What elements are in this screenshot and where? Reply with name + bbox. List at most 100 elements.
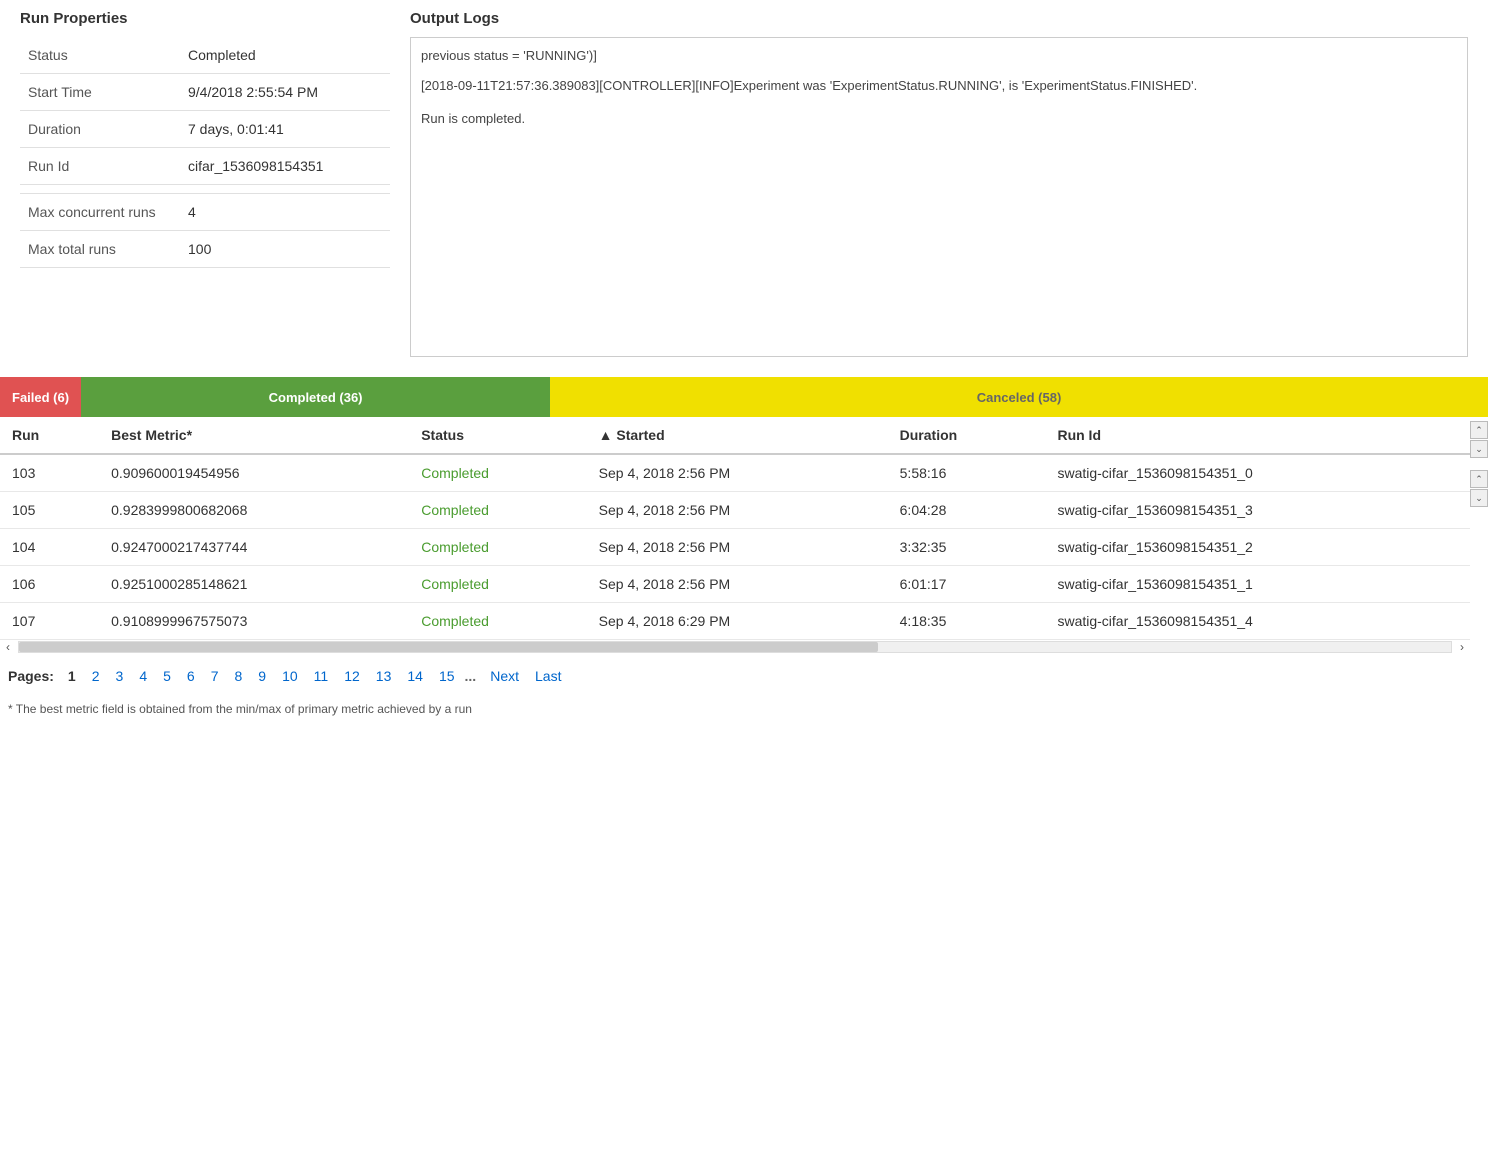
table-cell: 0.9283999800682068: [99, 492, 409, 529]
pagination-page-14[interactable]: 14: [401, 666, 429, 686]
prop-row: StatusCompleted: [20, 37, 390, 74]
table-cell: 105: [0, 492, 99, 529]
properties-table: StatusCompletedStart Time9/4/2018 2:55:5…: [20, 37, 390, 268]
pagination-page-12[interactable]: 12: [338, 666, 366, 686]
table-cell: 106: [0, 566, 99, 603]
table-cell: Sep 4, 2018 2:56 PM: [587, 454, 888, 492]
log-line: previous status = 'RUNNING')]: [421, 46, 1457, 66]
table-cell: 3:32:35: [888, 529, 1046, 566]
prop-row: Max total runs100: [20, 231, 390, 268]
pagination-page-11[interactable]: 11: [308, 666, 335, 686]
status-bar: Failed (6) Completed (36) Canceled (58): [0, 377, 1488, 417]
table-cell: 0.9251000285148621: [99, 566, 409, 603]
table-cell: 104: [0, 529, 99, 566]
table-header-cell[interactable]: Duration: [888, 417, 1046, 454]
table-cell: Completed: [409, 454, 586, 492]
pagination-last[interactable]: Last: [529, 666, 567, 686]
prop-label: Run Id: [20, 148, 180, 185]
pagination-page-5[interactable]: 5: [157, 666, 177, 686]
table-header-cell[interactable]: Run: [0, 417, 99, 454]
prop-value: 9/4/2018 2:55:54 PM: [180, 74, 390, 111]
pagination-page-6[interactable]: 6: [181, 666, 201, 686]
table-row: 1070.9108999967575073CompletedSep 4, 201…: [0, 603, 1470, 640]
table-cell: Completed: [409, 529, 586, 566]
sort-icon: ▲: [599, 427, 613, 443]
prop-spacer: [20, 185, 390, 194]
run-properties-panel: Run Properties StatusCompletedStart Time…: [0, 10, 410, 357]
scroll-left-arrow[interactable]: ‹: [2, 640, 14, 654]
table-header-cell[interactable]: ▲ Started: [587, 417, 888, 454]
table-cell: Sep 4, 2018 6:29 PM: [587, 603, 888, 640]
pagination-page-3[interactable]: 3: [110, 666, 130, 686]
pagination-page-7[interactable]: 7: [205, 666, 225, 686]
table-header-cell[interactable]: Status: [409, 417, 586, 454]
pagination-page-10[interactable]: 10: [276, 666, 304, 686]
table-cell: swatig-cifar_1536098154351_1: [1045, 566, 1470, 603]
table-cell: 0.909600019454956: [99, 454, 409, 492]
pagination-page-13[interactable]: 13: [370, 666, 398, 686]
prop-label: Duration: [20, 111, 180, 148]
row-scroll-up-arrow[interactable]: ⌃: [1470, 470, 1488, 488]
prop-row: Run Idcifar_1536098154351: [20, 148, 390, 185]
scroll-up-arrow[interactable]: ⌃: [1470, 421, 1488, 439]
log-line: Run is completed.: [421, 109, 1457, 129]
table-section: RunBest Metric*Status▲ StartedDurationRu…: [0, 417, 1488, 726]
table-cell: Completed: [409, 492, 586, 529]
runs-table: RunBest Metric*Status▲ StartedDurationRu…: [0, 417, 1470, 640]
prop-value: cifar_1536098154351: [180, 148, 390, 185]
table-cell: Sep 4, 2018 2:56 PM: [587, 566, 888, 603]
table-cell: 0.9108999967575073: [99, 603, 409, 640]
table-cell: swatig-cifar_1536098154351_0: [1045, 454, 1470, 492]
prop-label: Start Time: [20, 74, 180, 111]
output-logs-title: Output Logs: [410, 10, 1468, 27]
log-line: [2018-09-11T21:57:36.389083][CONTROLLER]…: [421, 76, 1457, 96]
table-cell: swatig-cifar_1536098154351_4: [1045, 603, 1470, 640]
table-row: 1040.9247000217437744CompletedSep 4, 201…: [0, 529, 1470, 566]
pagination-label: Pages:: [8, 668, 54, 684]
status-completed: Completed (36): [81, 377, 550, 417]
table-header-cell[interactable]: Best Metric*: [99, 417, 409, 454]
table-row: 1060.9251000285148621CompletedSep 4, 201…: [0, 566, 1470, 603]
pagination-page-1[interactable]: 1: [62, 666, 82, 686]
runs-table-wrapper: RunBest Metric*Status▲ StartedDurationRu…: [0, 417, 1470, 640]
prop-row: Duration7 days, 0:01:41: [20, 111, 390, 148]
prop-value: 7 days, 0:01:41: [180, 111, 390, 148]
table-cell: 103: [0, 454, 99, 492]
table-cell: 107: [0, 603, 99, 640]
table-cell: 5:58:16: [888, 454, 1046, 492]
run-properties-title: Run Properties: [20, 10, 390, 27]
table-header-cell[interactable]: Run Id: [1045, 417, 1470, 454]
footnote: * The best metric field is obtained from…: [0, 698, 1470, 726]
row-scroll-down-arrow[interactable]: ⌄: [1470, 489, 1488, 507]
log-box[interactable]: previous status = 'RUNNING')] [2018-09-11…: [410, 37, 1468, 357]
pagination-page-9[interactable]: 9: [252, 666, 272, 686]
prop-value: Completed: [180, 37, 390, 74]
table-cell: 6:04:28: [888, 492, 1046, 529]
table-cell: swatig-cifar_1536098154351_3: [1045, 492, 1470, 529]
table-cell: Sep 4, 2018 2:56 PM: [587, 492, 888, 529]
table-cell: swatig-cifar_1536098154351_2: [1045, 529, 1470, 566]
table-cell: Sep 4, 2018 2:56 PM: [587, 529, 888, 566]
table-cell: Completed: [409, 603, 586, 640]
pagination-page-2[interactable]: 2: [86, 666, 106, 686]
pagination-next[interactable]: Next: [484, 666, 525, 686]
status-canceled: Canceled (58): [550, 377, 1488, 417]
side-arrows: ⌃ ⌄ ⌃ ⌄: [1470, 417, 1488, 726]
prop-label: Max total runs: [20, 231, 180, 268]
output-logs-panel: Output Logs previous status = 'RUNNING')…: [410, 10, 1488, 357]
table-cell: 6:01:17: [888, 566, 1046, 603]
table-area: RunBest Metric*Status▲ StartedDurationRu…: [0, 417, 1470, 726]
horizontal-scrollbar[interactable]: [18, 641, 1452, 653]
horizontal-scroll-nav: ‹ ›: [0, 640, 1470, 654]
prop-value: 4: [180, 194, 390, 231]
prop-label: Status: [20, 37, 180, 74]
pagination-page-8[interactable]: 8: [229, 666, 249, 686]
pagination-page-15[interactable]: 15: [433, 666, 461, 686]
pagination-page-4[interactable]: 4: [133, 666, 153, 686]
table-cell: 4:18:35: [888, 603, 1046, 640]
prop-value: 100: [180, 231, 390, 268]
scroll-right-arrow[interactable]: ›: [1456, 640, 1468, 654]
pagination: Pages:123456789101112131415...NextLast: [0, 654, 1470, 698]
scroll-down-arrow[interactable]: ⌄: [1470, 440, 1488, 458]
pagination-ellipsis: ...: [465, 668, 477, 684]
